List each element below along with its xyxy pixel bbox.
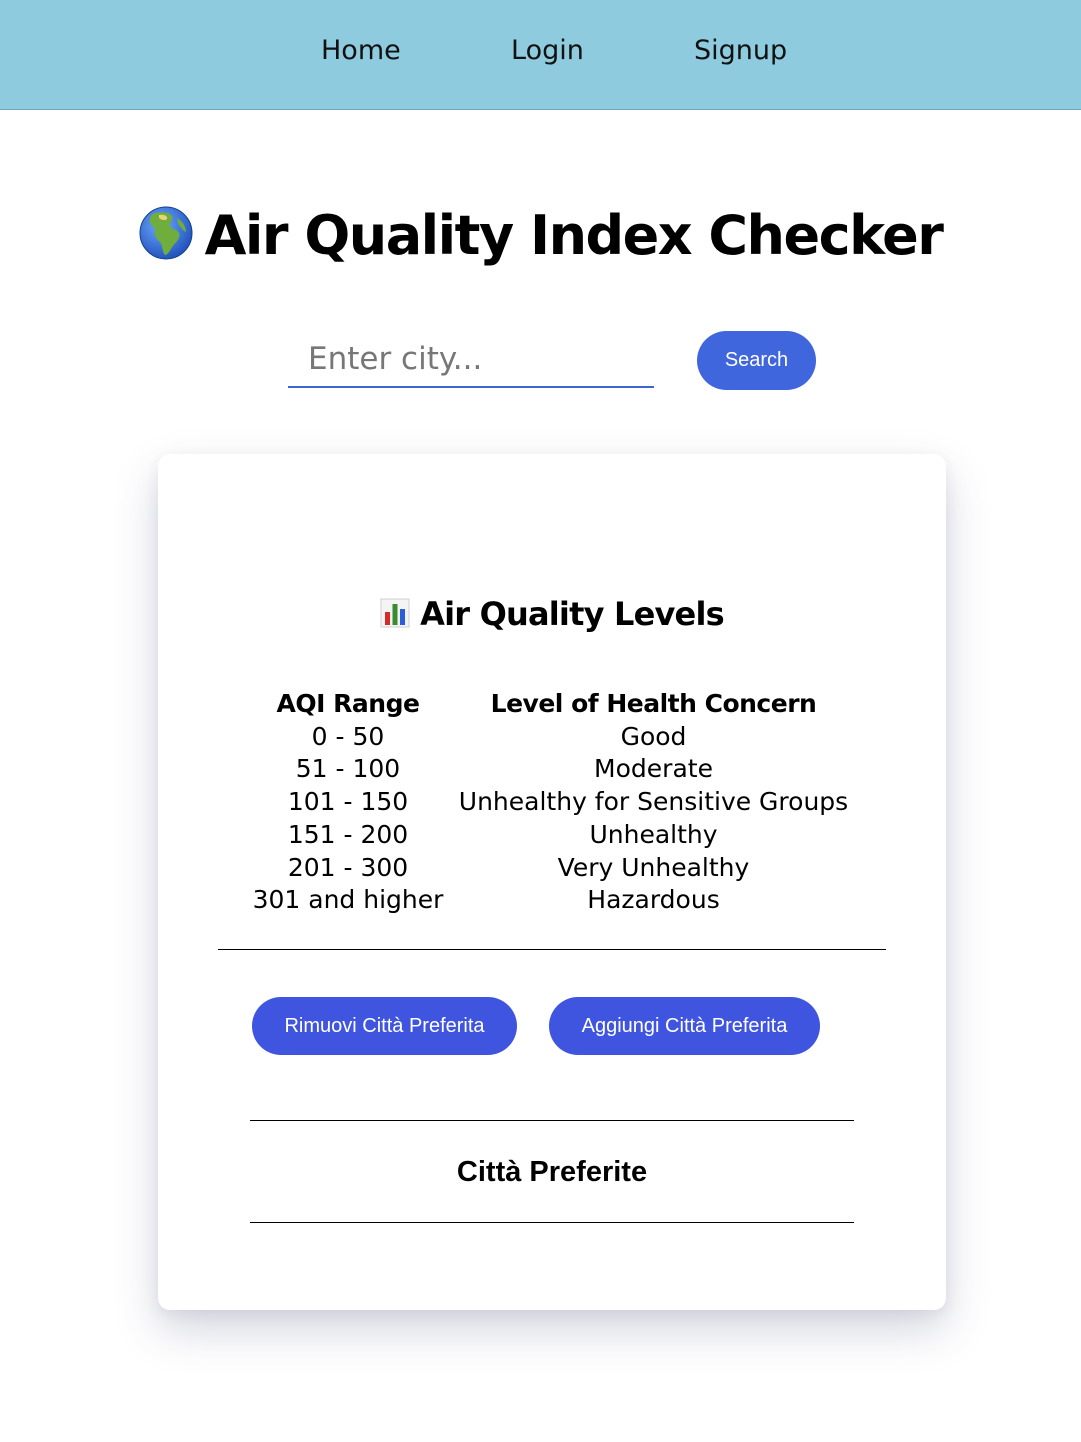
page-title: Air Quality Index Checker bbox=[0, 198, 1081, 274]
health-concern-cell: Very Unhealthy bbox=[557, 852, 750, 882]
nav-signup-link[interactable]: Signup bbox=[694, 32, 787, 70]
navbar: Home Login Signup bbox=[0, 0, 1081, 110]
column-header-health-concern: Level of Health Concern bbox=[490, 689, 817, 718]
aqi-range-cell: 0 - 50 bbox=[311, 721, 385, 751]
page-title-text: Air Quality Index Checker bbox=[204, 204, 944, 267]
aqi-range-cell: 201 - 300 bbox=[287, 852, 409, 882]
aqi-range-cell: 151 - 200 bbox=[287, 819, 409, 849]
health-concern-cell: Hazardous bbox=[587, 885, 720, 915]
table-row: 151 - 200 Unhealthy bbox=[245, 819, 856, 852]
health-concern-cell: Unhealthy for Sensitive Groups bbox=[458, 787, 849, 817]
table-row: 301 and higher Hazardous bbox=[245, 884, 856, 917]
levels-title: Air Quality Levels bbox=[158, 591, 946, 637]
add-favorite-city-button[interactable]: Aggiungi Città Preferita bbox=[549, 997, 820, 1055]
city-search-input[interactable] bbox=[288, 332, 654, 388]
table-divider bbox=[218, 949, 886, 950]
levels-title-text: Air Quality Levels bbox=[420, 595, 725, 633]
globe-icon bbox=[139, 206, 193, 260]
table-row: 0 - 50 Good bbox=[245, 721, 856, 754]
aqi-card: Air Quality Levels AQI Range Level of He… bbox=[158, 454, 946, 1310]
aqi-range-cell: 101 - 150 bbox=[287, 787, 409, 817]
bar-chart-icon bbox=[380, 598, 410, 628]
search-button[interactable]: Search bbox=[697, 331, 816, 390]
aqi-levels-table: AQI Range Level of Health Concern 0 - 50… bbox=[245, 688, 856, 917]
column-header-aqi-range: AQI Range bbox=[276, 689, 420, 718]
aqi-range-cell: 301 and higher bbox=[252, 885, 444, 915]
table-row: 201 - 300 Very Unhealthy bbox=[245, 852, 856, 885]
favorites-title: Città Preferite bbox=[456, 1156, 648, 1188]
health-concern-cell: Unhealthy bbox=[589, 819, 718, 849]
health-concern-cell: Moderate bbox=[594, 754, 713, 784]
favorites-top-divider bbox=[250, 1120, 854, 1121]
favorites-bottom-divider bbox=[250, 1222, 854, 1223]
table-row: 51 - 100 Moderate bbox=[245, 753, 856, 786]
table-header-row: AQI Range Level of Health Concern bbox=[245, 688, 856, 721]
nav-login-link[interactable]: Login bbox=[511, 32, 584, 70]
remove-favorite-city-button[interactable]: Rimuovi Città Preferita bbox=[252, 997, 517, 1055]
nav-home-link[interactable]: Home bbox=[321, 32, 401, 70]
aqi-range-cell: 51 - 100 bbox=[295, 754, 401, 784]
health-concern-cell: Good bbox=[620, 721, 687, 751]
table-row: 101 - 150 Unhealthy for Sensitive Groups bbox=[245, 786, 856, 819]
